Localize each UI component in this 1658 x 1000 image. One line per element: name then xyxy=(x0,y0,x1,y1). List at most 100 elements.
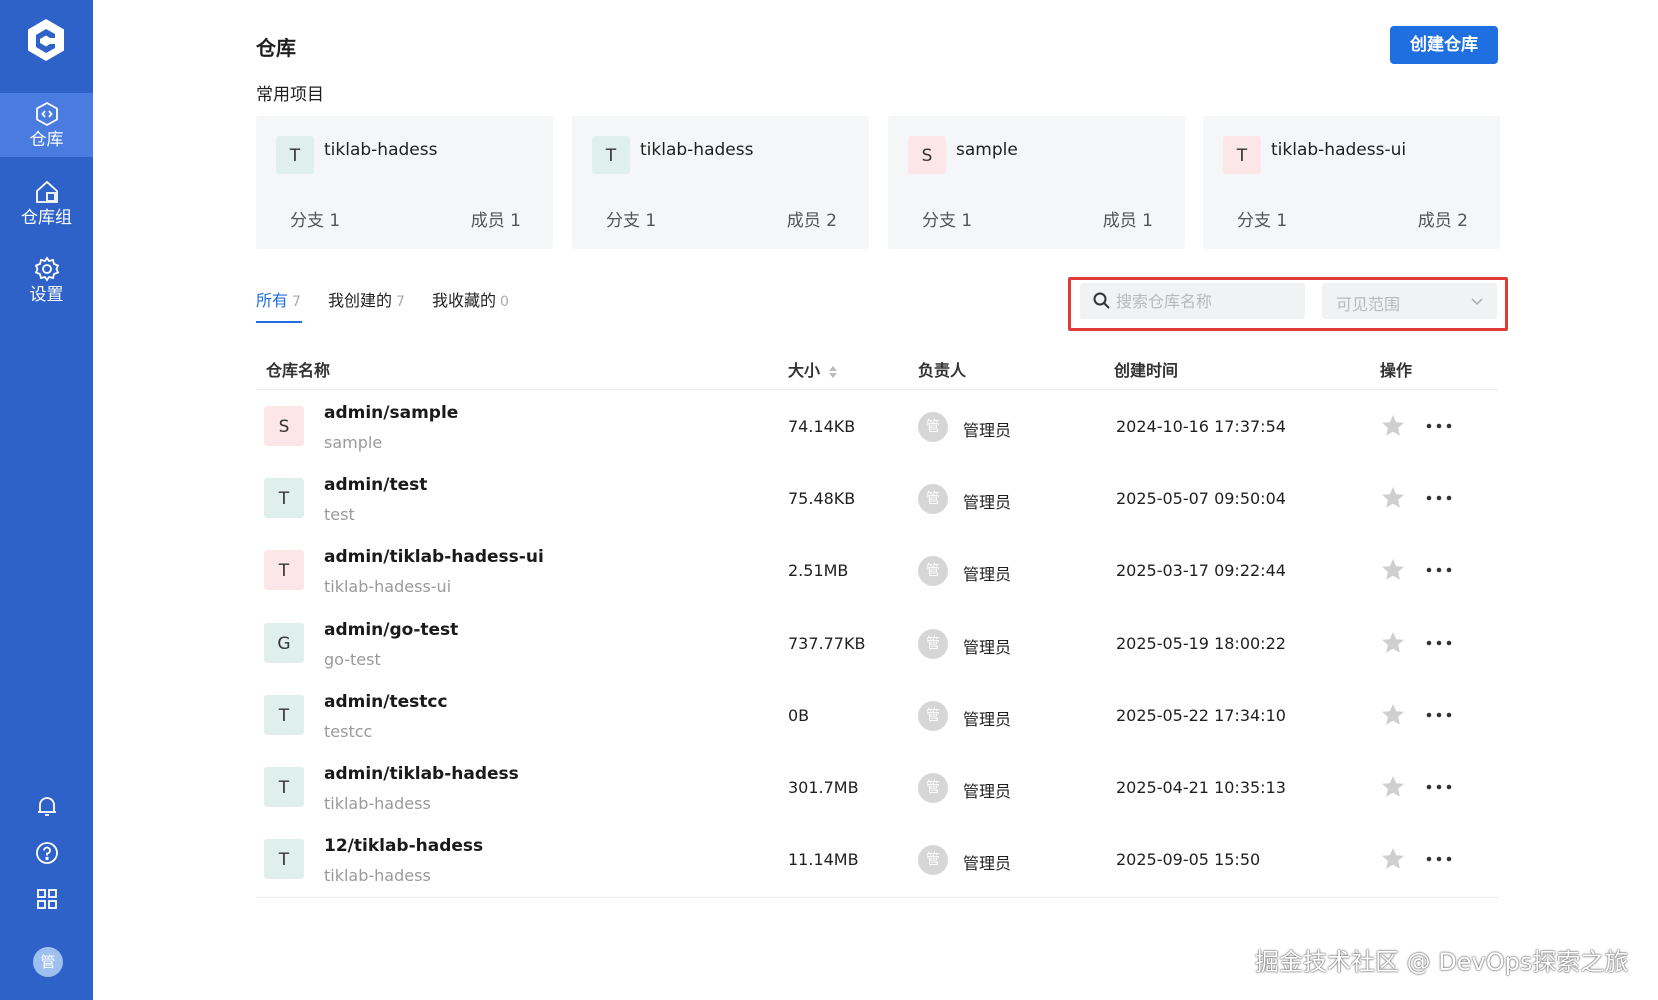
repo-avatar: T xyxy=(264,839,304,880)
tab-label: 我收藏的 xyxy=(432,291,497,310)
owner-avatar: 管 xyxy=(918,773,948,803)
project-name: tiklab-hadess xyxy=(640,140,754,160)
member-value: 2 xyxy=(826,211,837,231)
col-header-size[interactable]: 大小 xyxy=(788,357,838,381)
create-repo-button[interactable]: 创建仓库 xyxy=(1390,26,1498,64)
repo-size: 0B xyxy=(788,705,810,725)
sidebar-item-label: 仓库组 xyxy=(21,208,72,228)
star-icon[interactable] xyxy=(1380,413,1406,439)
user-avatar[interactable]: 管 xyxy=(33,947,63,977)
more-actions-icon[interactable] xyxy=(1424,702,1454,728)
repo-name-link[interactable]: admin/testcc xyxy=(324,692,448,712)
repo-size: 74.14KB xyxy=(788,417,856,436)
repo-name-link[interactable]: admin/test xyxy=(324,475,427,495)
branch-label: 分支 xyxy=(922,211,956,231)
created-time: 2025-05-07 09:50:04 xyxy=(1116,489,1286,509)
created-time: 2025-09-05 15:50 xyxy=(1116,850,1261,870)
repo-size: 75.48KB xyxy=(788,489,856,509)
star-icon[interactable] xyxy=(1380,630,1406,656)
repo-subtitle: go-test xyxy=(324,649,381,669)
repo-size: 2.51MB xyxy=(788,561,849,581)
visibility-scope-select[interactable]: 可见范围 xyxy=(1322,283,1497,319)
created-time: 2024-10-16 17:37:54 xyxy=(1116,417,1286,436)
repo-name-link[interactable]: 12/tiklab-hadess xyxy=(324,836,483,856)
col-header-owner: 负责人 xyxy=(918,361,967,380)
tab-count: 0 xyxy=(500,294,509,310)
tab-all[interactable]: 所有 7 xyxy=(256,287,301,311)
tab-favorites[interactable]: 我收藏的 0 xyxy=(432,287,509,311)
recent-project-card[interactable]: T tiklab-hadess-ui 分支 1 成员 2 xyxy=(1203,116,1500,249)
owner-name: 管理员 xyxy=(963,782,1012,801)
sidebar-item-repo-group[interactable]: 仓库组 xyxy=(0,171,93,235)
repo-name-link[interactable]: admin/go-test xyxy=(324,620,458,640)
search-icon xyxy=(1093,292,1110,309)
star-icon[interactable] xyxy=(1380,774,1406,800)
star-icon[interactable] xyxy=(1380,702,1406,728)
tab-count: 7 xyxy=(292,294,301,310)
recent-project-card[interactable]: S sample 分支 1 成员 1 xyxy=(888,116,1185,249)
owner-name: 管理员 xyxy=(963,493,1012,513)
owner-name: 管理员 xyxy=(963,709,1012,729)
help-icon[interactable] xyxy=(34,840,60,866)
repo-name-link[interactable]: admin/tiklab-hadess-ui xyxy=(324,547,544,567)
search-input[interactable] xyxy=(1116,283,1302,319)
member-label: 成员 xyxy=(1102,211,1137,231)
table-row[interactable]: Sadmin/sample sample 74.14KB 管管理员 2024-10-16… xyxy=(256,391,1498,463)
branch-label: 分支 xyxy=(290,211,324,231)
created-time: 2025-05-19 18:00:22 xyxy=(1116,633,1286,653)
owner-name: 管理员 xyxy=(963,854,1012,874)
recent-projects-label: 常用项目 xyxy=(256,85,324,105)
sidebar-item-label: 设置 xyxy=(29,285,64,305)
project-avatar: T xyxy=(276,136,314,174)
created-time: 2025-03-17 09:22:44 xyxy=(1116,561,1286,581)
repo-name-link[interactable]: admin/sample xyxy=(324,403,458,423)
star-icon[interactable] xyxy=(1380,846,1406,872)
more-actions-icon[interactable] xyxy=(1424,774,1454,800)
more-actions-icon[interactable] xyxy=(1424,485,1454,511)
table-row[interactable]: Tadmin/test test 75.48KB 管管理员 2025-05-07 09:… xyxy=(256,463,1498,535)
repo-size: 737.77KB xyxy=(788,633,866,653)
more-actions-icon[interactable] xyxy=(1424,630,1454,656)
table-row[interactable]: T 12/tiklab-hadess tiklab-hadess 11.14MB 管管理… xyxy=(256,824,1498,896)
chevron-down-icon xyxy=(1471,298,1483,306)
table-row[interactable]: Tadmin/testcc testcc 0B 管管理员 2025-05-22 17:3… xyxy=(256,680,1498,752)
repo-name-link[interactable]: admin/tiklab-hadess xyxy=(324,764,519,784)
sort-icon[interactable] xyxy=(828,364,838,380)
recent-project-card[interactable]: T tiklab-hadess 分支 1 成员 2 xyxy=(572,116,869,249)
repo-size: 11.14MB xyxy=(788,850,859,870)
branch-count: 分支 1 xyxy=(1237,206,1287,231)
sidebar-item-label: 仓库 xyxy=(29,130,64,150)
more-actions-icon[interactable] xyxy=(1424,413,1454,439)
more-actions-icon[interactable] xyxy=(1424,846,1454,872)
more-actions-icon[interactable] xyxy=(1424,557,1454,583)
table-row[interactable]: Tadmin/tiklab-hadess-ui tiklab-hadess-ui 2… xyxy=(256,535,1498,607)
owner-avatar: 管 xyxy=(918,556,948,587)
tab-label: 我创建的 xyxy=(328,291,393,310)
repo-subtitle: testcc xyxy=(324,721,373,741)
app-logo-icon[interactable] xyxy=(22,16,70,64)
table-row[interactable]: Tadmin/tiklab-hadess tiklab-hadess 301.7MB… xyxy=(256,752,1498,824)
sidebar: 仓库 仓库组 设置 管 xyxy=(0,0,93,1000)
repo-avatar: T xyxy=(264,767,304,807)
branch-value: 1 xyxy=(645,211,657,231)
col-header-size-label: 大小 xyxy=(788,361,821,380)
repo-avatar: T xyxy=(264,550,304,591)
repo-avatar: S xyxy=(264,406,304,446)
star-icon[interactable] xyxy=(1380,485,1406,511)
repo-avatar: T xyxy=(264,694,304,735)
member-label: 成员 xyxy=(470,211,505,231)
bell-icon[interactable] xyxy=(34,793,60,819)
table-row[interactable]: Gadmin/go-test go-test 737.77KB 管管理员 2025-05… xyxy=(256,608,1498,680)
repo-subtitle: tiklab-hadess xyxy=(324,794,431,813)
tab-created-by-me[interactable]: 我创建的 7 xyxy=(328,287,405,311)
apps-grid-icon[interactable] xyxy=(34,886,60,912)
sidebar-item-settings[interactable]: 设置 xyxy=(0,248,93,312)
repo-subtitle: sample xyxy=(324,433,383,452)
owner-avatar: 管 xyxy=(918,845,948,876)
owner-name: 管理员 xyxy=(963,421,1012,440)
sidebar-item-repo[interactable]: 仓库 xyxy=(0,93,93,157)
star-icon[interactable] xyxy=(1380,557,1406,583)
recent-project-card[interactable]: T tiklab-hadess 分支 1 成员 1 xyxy=(256,116,553,249)
member-value: 2 xyxy=(1457,211,1468,231)
branch-label: 分支 xyxy=(1237,211,1271,231)
